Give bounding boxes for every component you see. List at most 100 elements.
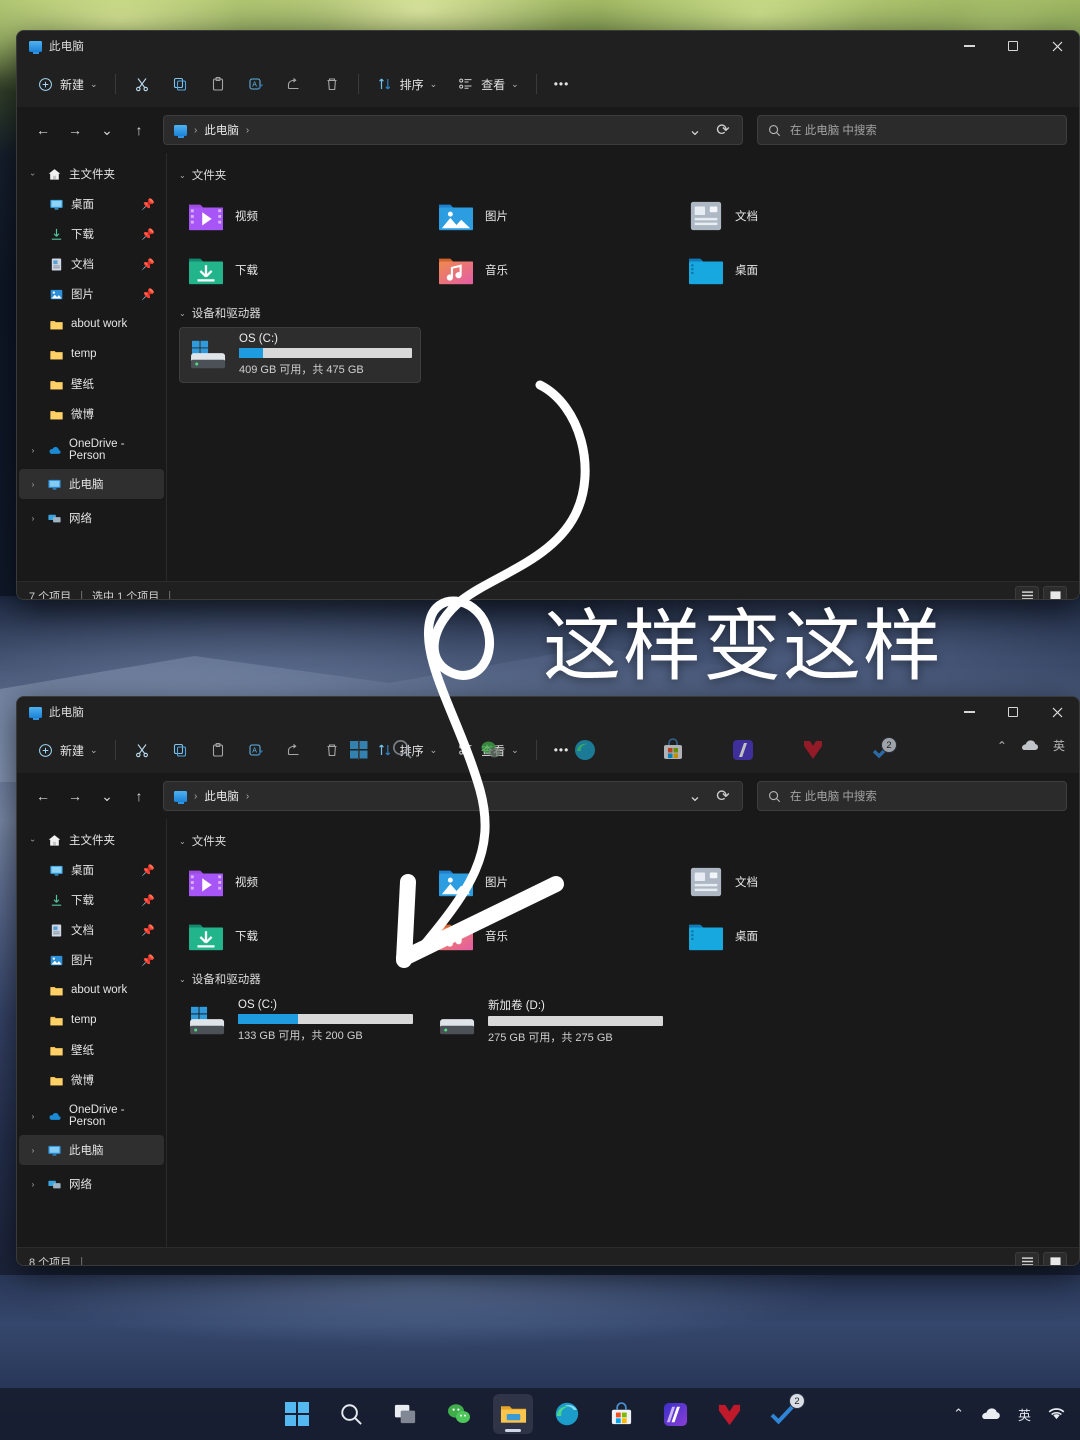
address-bar[interactable]: › 此电脑 › ⌄ ⟳ [163,115,743,145]
taskbar[interactable]: 2 ⌃ 英 [0,1388,1080,1440]
view-button[interactable]: 查看 ⌄ [448,734,528,766]
window2-titlebar[interactable]: 此电脑 [17,697,1079,727]
breadcrumb-this-pc[interactable]: 此电脑 [204,788,239,804]
refresh-button[interactable]: ⟳ [710,784,736,808]
sort-button[interactable]: 排序 ⌄ [367,734,447,766]
window2-controls[interactable] [947,697,1079,727]
sidebar-item-network[interactable]: › 网络 [19,1169,164,1199]
view-button[interactable]: 查看 ⌄ [448,68,528,100]
window1-address-row[interactable]: ← → ⌄ ↑ › 此电脑 › ⌄ ⟳ 在 此电脑 中搜索 [17,107,1079,153]
sidebar-item-downloads[interactable]: 下载 📌 [19,219,164,249]
folder-tile[interactable]: 文档 [679,189,929,243]
copy-button[interactable] [162,734,198,766]
microsoft-store-button[interactable] [601,1394,641,1434]
chevron-right-icon[interactable]: › [27,1146,39,1155]
folder-tile[interactable]: 图片 [429,189,679,243]
share-button[interactable] [276,68,312,100]
large-icons-view-icon[interactable] [1043,1251,1067,1265]
back-button[interactable]: ← [29,782,57,810]
pin-icon[interactable]: 📌 [141,954,155,967]
window2-navigation-pane[interactable]: › 主文件夹 桌面 📌 下载 📌 文档 📌 图片 📌 about work te… [17,819,167,1247]
window2-content-pane[interactable]: ⌄ 文件夹 视频 图片 文档 下载 音乐 桌面 ⌄ 设备和驱动器 OS (C:)… [167,819,1079,1247]
chevron-right-icon[interactable]: › [29,834,38,846]
folders-group-header[interactable]: ⌄ 文件夹 [179,167,1079,183]
window1-controls[interactable] [947,31,1079,61]
taskbar-app-list[interactable]: 2 [277,1393,805,1434]
rename-button[interactable]: A [238,68,274,100]
sidebar-item-weibo[interactable]: 微博 [19,1065,164,1095]
ime-indicator[interactable]: 英 [1018,1405,1031,1424]
window1-titlebar[interactable]: 此电脑 [17,31,1079,61]
delete-button[interactable] [314,68,350,100]
address-dropdown-button[interactable]: ⌄ [682,784,708,808]
app-button[interactable] [655,1394,695,1434]
chevron-down-icon[interactable]: ⌄ [179,837,186,846]
wifi-icon[interactable] [1047,1407,1066,1421]
pin-icon[interactable]: 📌 [141,228,155,241]
sidebar-item-about-work[interactable]: about work [19,975,164,1005]
refresh-button[interactable]: ⟳ [710,118,736,142]
details-view-icon[interactable] [1015,585,1039,599]
folders-group-header[interactable]: ⌄ 文件夹 [179,833,1079,849]
folder-tile[interactable]: 桌面 [679,243,929,297]
drives-group-header[interactable]: ⌄ 设备和驱动器 [179,305,1079,321]
copy-button[interactable] [162,68,198,100]
back-button[interactable]: ← [29,116,57,144]
rename-button[interactable]: A [238,734,274,766]
close-button[interactable] [1035,697,1079,727]
chevron-up-icon[interactable]: ⌃ [953,1406,964,1422]
breadcrumb-this-pc[interactable]: 此电脑 [204,122,239,138]
search-box[interactable]: 在 此电脑 中搜索 [757,115,1067,145]
drive-item[interactable]: 新加卷 (D:) 275 GB 可用，共 275 GB [429,993,671,1049]
up-button[interactable]: ↑ [125,782,153,810]
sidebar-item-this-pc[interactable]: › 此电脑 [19,1135,164,1165]
forward-button[interactable]: → [61,116,89,144]
drives-grid[interactable]: OS (C:) 409 GB 可用，共 475 GB [179,327,1079,383]
paste-button[interactable] [200,68,236,100]
window1-navigation-pane[interactable]: › 主文件夹 桌面 📌 下载 📌 文档 📌 图片 📌 about work te… [17,153,167,581]
folder-tile[interactable]: 下载 [179,909,429,963]
paste-button[interactable] [200,734,236,766]
window1-toolbar[interactable]: 新建 ⌄ A 排序 ⌄ 查看 ⌄ ••• [17,61,1079,107]
forward-button[interactable]: → [61,782,89,810]
edge-button[interactable] [547,1394,587,1434]
more-button[interactable]: ••• [545,734,579,766]
sidebar-item-desktop[interactable]: 桌面 📌 [19,189,164,219]
view-toggle-group[interactable] [1015,585,1067,599]
folder-tile[interactable]: 视频 [179,855,429,909]
sidebar-item-desktop[interactable]: 桌面 📌 [19,855,164,885]
close-button[interactable] [1035,31,1079,61]
folder-tile[interactable]: 音乐 [429,243,679,297]
sidebar-item-home[interactable]: › 主文件夹 [19,825,164,855]
sidebar-item-onedrive[interactable]: › OneDrive - Person [19,435,164,465]
cut-button[interactable] [124,68,160,100]
window2-address-row[interactable]: ← → ⌄ ↑ › 此电脑 › ⌄ ⟳ 在 此电脑 中搜索 [17,773,1079,819]
chevron-right-icon[interactable]: › [27,480,39,489]
chevron-right-icon[interactable]: › [27,514,39,523]
window2-toolbar[interactable]: 新建 ⌄ A 排序 ⌄ 查看 ⌄ ••• 2 ⌃ 英 [17,727,1079,773]
explorer-window-before[interactable]: 此电脑 新建 ⌄ A 排序 ⌄ 查看 ⌄ ••• ← → ⌄ ↑ › 此电脑 ›… [16,30,1080,600]
sidebar-item-about-work[interactable]: about work [19,309,164,339]
pin-icon[interactable]: 📌 [141,288,155,301]
minimize-button[interactable] [947,697,991,727]
file-explorer-button[interactable] [493,1394,533,1434]
sidebar-item-pictures[interactable]: 图片 📌 [19,945,164,975]
window1-content-pane[interactable]: ⌄ 文件夹 视频 图片 文档 下载 音乐 桌面 ⌄ 设备和驱动器 OS (C:)… [167,153,1079,581]
more-button[interactable]: ••• [545,68,579,100]
todo-button[interactable]: 2 [763,1393,805,1434]
maximize-button[interactable] [991,31,1035,61]
sidebar-item-wallpaper[interactable]: 壁纸 [19,369,164,399]
sidebar-item-this-pc[interactable]: › 此电脑 [19,469,164,499]
folder-tile[interactable]: 音乐 [429,909,679,963]
sidebar-item-weibo[interactable]: 微博 [19,399,164,429]
pin-icon[interactable]: 📌 [141,864,155,877]
drives-grid[interactable]: OS (C:) 133 GB 可用，共 200 GB 新加卷 (D:) 275 … [179,993,1079,1049]
minimize-button[interactable] [947,31,991,61]
drive-item[interactable]: OS (C:) 133 GB 可用，共 200 GB [179,993,421,1049]
chevron-right-icon[interactable]: › [27,446,39,455]
address-bar[interactable]: › 此电脑 › ⌄ ⟳ [163,781,743,811]
share-button[interactable] [276,734,312,766]
sidebar-item-pictures[interactable]: 图片 📌 [19,279,164,309]
pin-icon[interactable]: 📌 [141,198,155,211]
folder-tile[interactable]: 图片 [429,855,679,909]
